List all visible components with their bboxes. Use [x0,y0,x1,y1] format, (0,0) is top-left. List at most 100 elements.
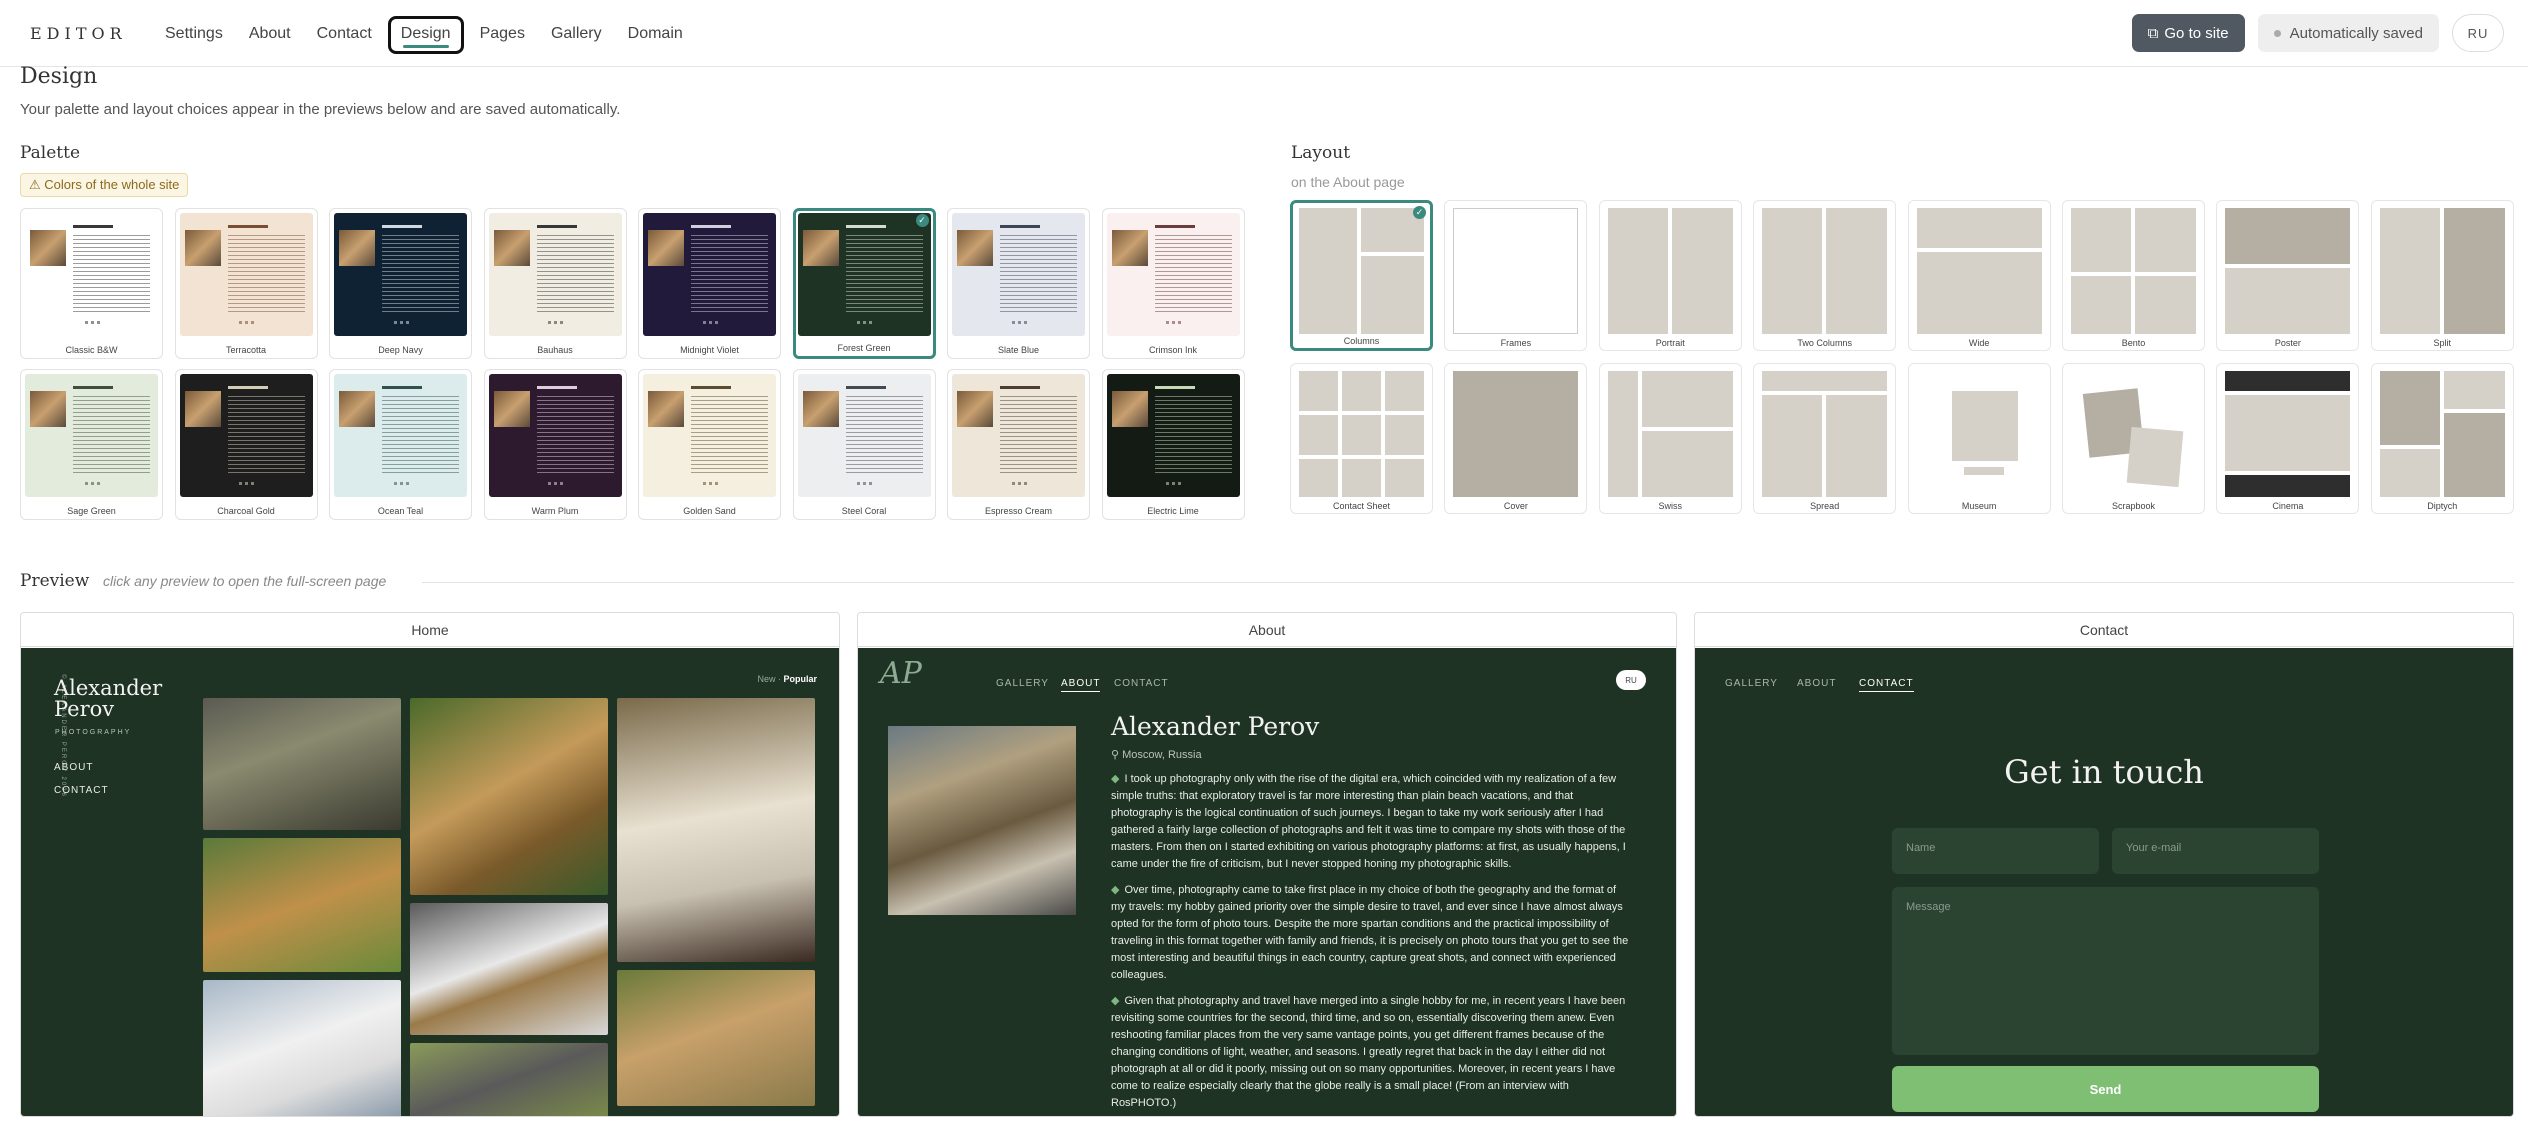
thumb-title [845,386,886,389]
palette-preview-thumb [334,213,467,336]
palette-option[interactable]: Warm Plum [483,369,627,520]
palette-option[interactable]: Ocean Teal [329,369,472,520]
preview-about[interactable]: About AP GALLERY ABOUT CONTACT RU Alexan… [857,612,1677,1117]
gallery-photo [203,980,401,1116]
preview-divider [422,582,2514,583]
layout-option[interactable]: Spread [1753,363,1897,514]
palette-name: Classic B&W [65,345,118,355]
preview-home[interactable]: Home © ALEXANDER PEROV 2026 Alexander Pe… [20,612,840,1117]
bullet-icon: ◆ [1111,884,1120,896]
autosave-label: Automatically saved [2289,24,2423,42]
palette-option[interactable]: Slate Blue [947,208,1090,359]
palette-option[interactable]: Terracotta [174,208,318,359]
layout-option[interactable]: Split [2370,200,2514,351]
nav-design[interactable]: Design [387,16,464,54]
thumb-title [1000,386,1040,389]
layout-option[interactable]: Poster [2216,200,2360,351]
layout-name: Portrait [1655,338,1685,348]
about-nav-gallery: GALLERY [996,678,1049,689]
go-to-site-label: Go to site [2164,24,2229,42]
palette-option[interactable]: Golden Sand [638,369,781,520]
palette-option[interactable]: Crimson Ink [1101,208,1245,359]
palette-preview-thumb [179,213,313,336]
about-paragraph: ◆ Given that photography and travel have … [1111,993,1633,1112]
about-paragraph-text: I took up photography only with the rise… [1111,773,1626,870]
palette-name: Warm Plum [531,506,579,516]
palette-option[interactable]: Espresso Cream [947,369,1090,520]
layout-name: Diptych [2427,501,2458,511]
layout-option[interactable]: Portrait [1598,200,1742,351]
page-subtitle: Your palette and layout choices appear i… [20,101,621,118]
palette-option[interactable]: Deep Navy [329,208,472,359]
palette-name: Steel Coral [841,506,887,516]
thumb-text-lines [1000,396,1077,476]
nav-settings[interactable]: Settings [155,16,233,54]
gallery-photo [617,698,815,962]
palette-option[interactable]: Sage Green [20,369,163,520]
layout-block [2443,413,2505,497]
thumb-title [536,225,577,228]
palette-option[interactable]: Classic B&W [20,208,163,359]
layout-subtitle: on the About page [1291,174,1405,190]
gallery-photo [410,698,608,895]
palette-option[interactable]: Electric Lime [1101,369,1245,520]
layout-block [1299,208,1357,334]
palette-option[interactable]: Forest Green ✓ [792,208,936,359]
about-name: Alexander Perov [1111,712,1320,741]
about-lang-badge: RU [1616,670,1646,690]
layout-option[interactable]: Museum [1907,363,2051,514]
palette-preview-thumb [797,374,931,497]
layout-diagram [1917,371,2042,497]
layout-option[interactable]: Swiss [1598,363,1742,514]
thumb-photo [339,391,375,427]
layout-block [1762,208,1823,334]
editor-logo[interactable]: EDITOR [30,24,127,43]
palette-option[interactable]: Midnight Violet [638,208,781,359]
layout-name: Bento [2121,338,2146,348]
go-to-site-button[interactable]: ⧉ Go to site [2131,14,2245,52]
palette-option[interactable]: Charcoal Gold [174,369,318,520]
layout-option[interactable]: Contact Sheet [1290,363,1433,514]
thumb-dots [1011,482,1030,485]
layout-block [1453,371,1579,497]
language-switch[interactable]: RU [2452,14,2504,52]
layout-diagram [1607,208,1733,334]
layout-option[interactable]: Cinema [2216,363,2360,514]
layout-block [2071,208,2131,272]
nav-pages[interactable]: Pages [470,16,535,54]
thumb-text-lines [845,396,923,476]
home-name-line2: Perov [54,697,115,721]
layout-option[interactable]: Columns ✓ [1290,200,1433,351]
nav-about[interactable]: About [239,16,301,54]
preview-contact[interactable]: Contact GALLERY ABOUT CONTACT Get in tou… [1694,612,2514,1117]
layout-option[interactable]: Two Columns [1753,200,1897,351]
layout-block [1342,415,1381,455]
thumb-dots [239,321,258,324]
palette-option[interactable]: Steel Coral [792,369,936,520]
palette-warning-badge: ⚠ Colors of the whole site [20,173,189,197]
contact-nav-contact: CONTACT [1859,678,1914,692]
layout-diagram [2225,371,2351,497]
layout-option[interactable]: Scrapbook [2062,363,2205,514]
selected-check-icon: ✓ [1413,206,1426,219]
layout-option[interactable]: Diptych [2370,363,2514,514]
thumb-text-lines [691,396,768,476]
layout-block [2126,426,2184,488]
layout-option[interactable]: Bento [2062,200,2205,351]
layout-block [2443,371,2505,409]
layout-option[interactable]: Wide [1907,200,2051,351]
layout-block [1916,252,2042,334]
layout-block [2379,371,2440,445]
layout-option[interactable]: Frames [1444,200,1588,351]
thumb-dots [84,482,103,485]
palette-name: Midnight Violet [680,345,739,355]
preview-hint: click any preview to open the full-scree… [103,573,387,589]
palette-option[interactable]: Bauhaus [483,208,627,359]
thumb-photo [957,391,993,427]
nav-gallery[interactable]: Gallery [541,16,612,54]
nav-domain[interactable]: Domain [618,16,693,54]
nav-contact[interactable]: Contact [307,16,382,54]
sort-new: New · [757,674,781,684]
layout-diagram [2071,371,2196,497]
layout-option[interactable]: Cover [1444,363,1588,514]
